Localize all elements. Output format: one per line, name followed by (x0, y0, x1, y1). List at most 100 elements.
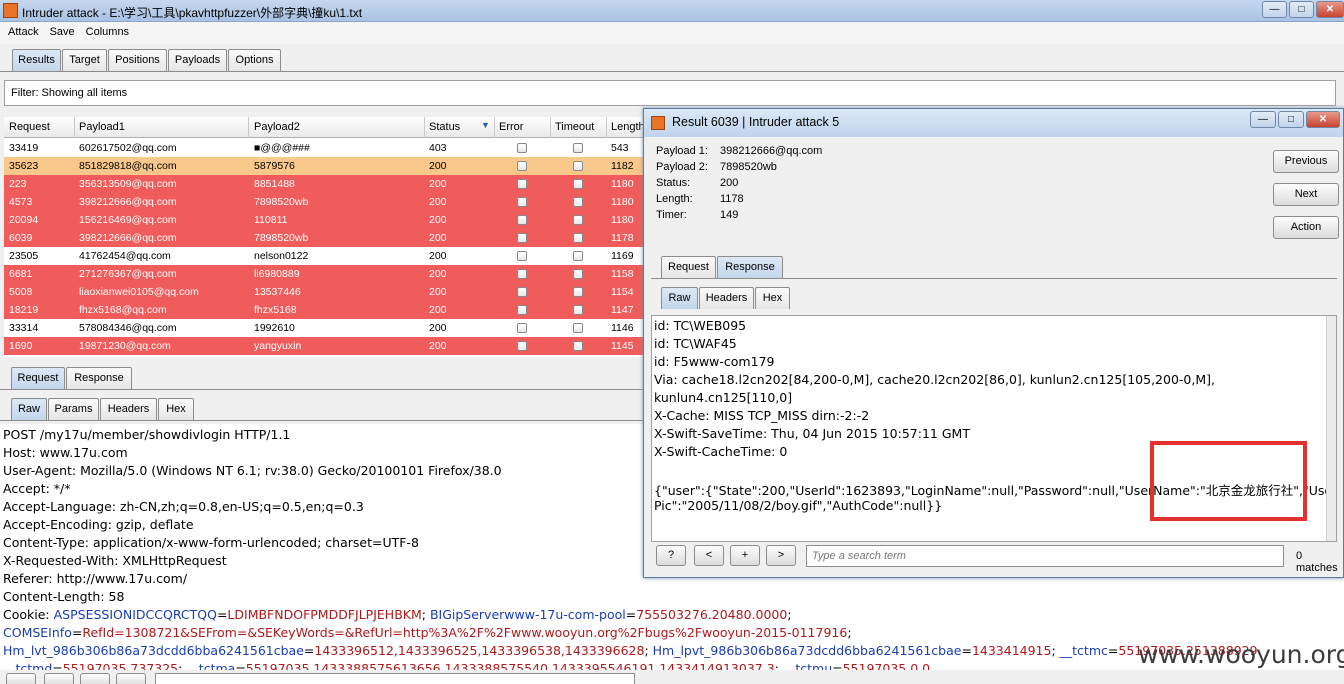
error-checkbox (517, 161, 527, 171)
cell-payload2: 1992610 (254, 322, 295, 334)
cell-status: 403 (429, 142, 447, 154)
table-row[interactable]: 18219 fhzx5168@qq.com fhzx5168 200 1147 (4, 301, 644, 319)
column-status[interactable]: Status (429, 121, 460, 133)
column-request[interactable]: Request (9, 121, 50, 133)
table-row[interactable]: 33419 602617502@qq.com ■@@@### 403 543 (4, 139, 644, 157)
highlight-annotation-box (1150, 441, 1307, 521)
response-line: X-Swift-CacheTime: 0 (654, 444, 788, 459)
view-tab-divider (0, 420, 645, 421)
column-payload2[interactable]: Payload2 (254, 121, 300, 133)
tab-positions[interactable]: Positions (108, 49, 167, 71)
table-row[interactable]: 20094 156216469@qq.com 110811 200 1180 (4, 211, 644, 229)
prev-match-button[interactable] (44, 673, 74, 684)
add-button[interactable]: + (730, 545, 760, 566)
maximize-icon[interactable]: □ (1289, 1, 1314, 18)
popup-tab-headers[interactable]: Headers (699, 287, 754, 309)
popup-search-input[interactable]: Type a search term (806, 545, 1284, 567)
cell-length: 1154 (611, 286, 634, 298)
table-row[interactable]: 223 356313509@qq.com 8851488 200 1180 (4, 175, 644, 193)
table-row[interactable]: 35623 851829818@qq.com 5879576 200 1182 (4, 157, 644, 175)
status-value: 200 (720, 177, 739, 189)
next-button[interactable]: Next (1273, 183, 1339, 206)
table-row[interactable]: 1690 19871230@qq.com yangyuxin 200 1145 (4, 337, 644, 355)
tab-results[interactable]: Results (12, 49, 61, 71)
error-checkbox (517, 341, 527, 351)
table-row[interactable]: 33314 578084346@qq.com 1992610 200 1146 (4, 319, 644, 337)
tab-target[interactable]: Target (62, 49, 107, 71)
tab-request[interactable]: Request (11, 367, 65, 389)
minimize-icon[interactable]: — (1250, 111, 1276, 128)
menu-save[interactable]: Save (42, 22, 78, 38)
cookie-line-1: Cookie: ASPSESSIONIDCCQRCTQQ=LDIMBFNDOFP… (3, 607, 792, 622)
response-scrollbar[interactable] (1326, 316, 1336, 541)
tab-params[interactable]: Params (48, 398, 99, 420)
cell-payload1: 356313509@qq.com (79, 178, 177, 190)
timeout-checkbox (573, 341, 583, 351)
next-match-button[interactable] (116, 673, 146, 684)
cookie-key: __tctmu (782, 661, 833, 670)
popup-tab-response[interactable]: Response (717, 256, 783, 278)
previous-button[interactable]: Previous (1273, 150, 1339, 173)
timer-label: Timer: (656, 209, 687, 221)
column-length[interactable]: Length (611, 121, 644, 133)
request-line: Accept-Encoding: gzip, deflate (3, 517, 194, 532)
cookie-value: 55197035.0.0 (842, 661, 931, 670)
tab-payloads[interactable]: Payloads (168, 49, 227, 71)
response-line: id: TC\WEB095 (654, 318, 747, 333)
cookie-value: 755503276.20480.0000 (636, 607, 788, 622)
cookie-value: 1433396512,1433396525,1433396538,1433396… (314, 643, 645, 658)
cell-payload1: 271276367@qq.com (79, 268, 177, 280)
response-json-line: Pic":"2005/11/08/2/boy.gif","AuthCode":n… (654, 498, 943, 513)
menu-bar: Attack Save Columns (0, 22, 1344, 44)
tab-hex[interactable]: Hex (158, 398, 194, 420)
search-input[interactable] (155, 673, 635, 684)
table-row[interactable]: 6681 271276367@qq.com li6980889 200 1158 (4, 265, 644, 283)
timeout-checkbox (573, 215, 583, 225)
cell-length: 1180 (611, 178, 634, 190)
cookie-line-2: COMSEInfo=RefId=1308721&SEFrom=&SEKeyWor… (3, 625, 852, 640)
cell-length: 1158 (611, 268, 634, 280)
minimize-icon[interactable]: — (1262, 1, 1287, 18)
popup-tab-request[interactable]: Request (661, 256, 716, 278)
help-button[interactable]: ? (656, 545, 686, 566)
cell-payload1: 602617502@qq.com (79, 142, 177, 154)
cookie-value: 55197035.1433388575613656.1433388575540.… (245, 661, 775, 670)
filter-bar[interactable]: Filter: Showing all items (4, 80, 1336, 106)
tab-response[interactable]: Response (66, 367, 132, 389)
cell-request: 5008 (9, 286, 33, 298)
help-button[interactable] (6, 673, 36, 684)
cell-length: 1169 (611, 250, 634, 262)
cell-request: 33419 (9, 142, 39, 154)
table-row[interactable]: 6039 398212666@qq.com 7898520wb 200 1178 (4, 229, 644, 247)
cell-payload2: 5879576 (254, 160, 295, 172)
column-timeout[interactable]: Timeout (555, 121, 594, 133)
column-payload1[interactable]: Payload1 (79, 121, 125, 133)
popup-tab-raw[interactable]: Raw (661, 287, 698, 309)
close-icon[interactable]: ✕ (1316, 1, 1344, 18)
next-match-button[interactable]: > (766, 545, 796, 566)
cell-request: 35623 (9, 160, 39, 172)
action-button[interactable]: Action (1273, 216, 1339, 239)
request-line: Content-Length: 58 (3, 589, 125, 604)
window-titlebar: Intruder attack - E:\学习\工具\pkavhttpfuzze… (0, 0, 1344, 22)
column-error[interactable]: Error (499, 121, 523, 133)
request-line: X-Requested-With: XMLHttpRequest (3, 553, 227, 568)
cookie-key: __tctmc (1059, 643, 1108, 658)
tab-options[interactable]: Options (228, 49, 281, 71)
table-row[interactable]: 4573 398212666@qq.com 7898520wb 200 1180 (4, 193, 644, 211)
add-button[interactable] (80, 673, 110, 684)
menu-columns[interactable]: Columns (78, 22, 132, 38)
table-row[interactable]: 23505 41762454@qq.com nelson0122 200 1169 (4, 247, 644, 265)
cell-payload1: liaoxianwei0105@qq.com (79, 286, 199, 298)
maximize-icon[interactable]: □ (1278, 111, 1304, 128)
table-row[interactable]: 5008 liaoxianwei0105@qq.com 13537446 200 115… (4, 283, 644, 301)
tab-raw[interactable]: Raw (11, 398, 47, 420)
request-line: POST /my17u/member/showdivlogin HTTP/1.1 (3, 427, 291, 442)
tab-headers[interactable]: Headers (100, 398, 157, 420)
tab-divider (0, 71, 1344, 72)
menu-attack[interactable]: Attack (0, 22, 42, 38)
cookie-key: BIGipServerwww-17u-com-pool (429, 607, 626, 622)
close-icon[interactable]: ✕ (1306, 111, 1340, 128)
prev-match-button[interactable]: < (694, 545, 724, 566)
popup-tab-hex[interactable]: Hex (755, 287, 790, 309)
